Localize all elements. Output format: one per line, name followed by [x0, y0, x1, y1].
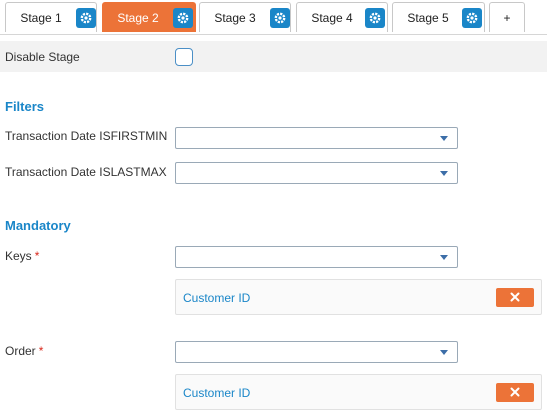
order-selected-item: Customer ID	[175, 374, 542, 410]
tab-label: Stage 4	[311, 11, 353, 25]
order-label-text: Order	[5, 344, 36, 358]
add-tab-label: +	[503, 11, 511, 25]
transaction-date-first-select[interactable]	[175, 127, 458, 149]
tab-label: Stage 1	[20, 11, 62, 25]
close-icon	[510, 292, 520, 302]
remove-button[interactable]	[496, 288, 534, 307]
keys-select[interactable]	[175, 246, 458, 268]
chevron-down-icon	[440, 171, 448, 176]
transaction-date-first-label: Transaction Date ISFIRSTMIN	[5, 129, 168, 143]
keys-label-text: Keys	[5, 249, 32, 263]
transaction-date-last-label: Transaction Date ISLASTMAX	[5, 165, 167, 179]
selected-item-label: Customer ID	[183, 291, 251, 305]
tab-stage-5[interactable]: Stage 5	[392, 2, 485, 32]
keys-label: Keys *	[5, 249, 39, 263]
tab-stage-1[interactable]: Stage 1	[5, 2, 97, 32]
disable-stage-checkbox[interactable]	[175, 48, 193, 66]
chevron-down-icon	[440, 136, 448, 141]
gear-icon[interactable]	[365, 8, 385, 28]
tab-stage-2[interactable]: Stage 2	[102, 2, 196, 32]
chevron-down-icon	[440, 350, 448, 355]
keys-selected-item: Customer ID	[175, 279, 542, 315]
stage-tab-bar: Stage 1 Stage 2 Stage 3 Stage 4 Stage 5 …	[0, 0, 547, 35]
tab-label: Stage 3	[214, 11, 256, 25]
chevron-down-icon	[440, 255, 448, 260]
filters-section-title: Filters	[5, 99, 45, 114]
selected-item-label: Customer ID	[183, 386, 251, 400]
order-label: Order *	[5, 344, 43, 358]
tab-label: Stage 5	[407, 11, 449, 25]
close-icon	[510, 387, 520, 397]
disable-stage-label: Disable Stage	[5, 50, 80, 64]
disable-stage-row: Disable Stage	[0, 41, 547, 72]
gear-icon[interactable]	[270, 8, 290, 28]
gear-icon[interactable]	[462, 8, 482, 28]
gear-icon[interactable]	[173, 8, 193, 28]
mandatory-section-title: Mandatory	[5, 218, 71, 233]
order-select[interactable]	[175, 341, 458, 363]
required-mark: *	[38, 344, 44, 358]
add-stage-tab[interactable]: +	[489, 2, 525, 32]
tab-stage-4[interactable]: Stage 4	[296, 2, 388, 32]
required-mark: *	[34, 249, 40, 263]
gear-icon[interactable]	[76, 8, 96, 28]
transaction-date-last-select[interactable]	[175, 162, 458, 184]
tab-stage-3[interactable]: Stage 3	[199, 2, 291, 32]
remove-button[interactable]	[496, 383, 534, 402]
tab-label: Stage 2	[117, 11, 159, 25]
